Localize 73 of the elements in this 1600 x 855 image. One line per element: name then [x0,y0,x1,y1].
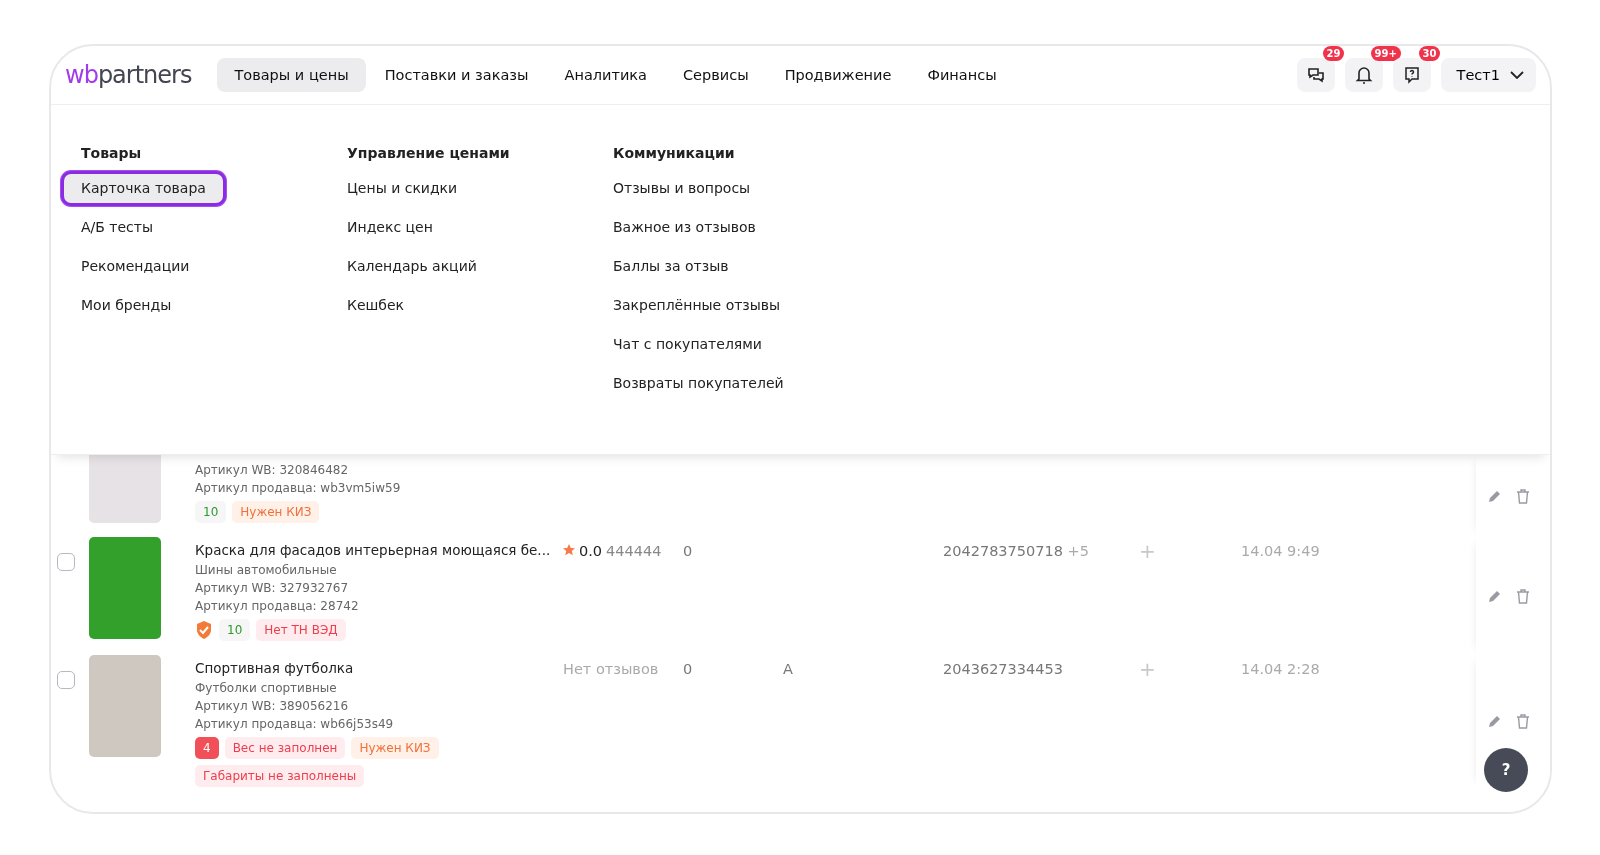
menu-item[interactable]: Закреплённые отзывы [593,288,801,323]
product-title: Спортивная футболка [195,659,354,678]
count-badge: 10 [195,501,227,523]
menu-item[interactable]: Цены и скидки [327,171,478,206]
status-tag: Габариты не заполнены [195,765,365,787]
nav-tab[interactable]: Сервисы [666,58,766,92]
help-button[interactable] [1392,58,1431,92]
chat-button[interactable] [1296,58,1335,92]
product-detail: Артикул WB: 320846482 [195,462,349,479]
product-detail: Артикул WB: 327932767 [195,580,349,597]
menu-item[interactable]: Индекс цен [327,210,453,245]
shield-check-icon [195,620,213,640]
count-badge: 4 [195,737,219,759]
review-count: 444444 [606,543,662,559]
product-detail: Артикул продавца: 28742 [195,598,359,615]
table-cell-text: A [783,660,794,677]
date-text: 14.04 2:28 [1241,660,1321,677]
edit-icon[interactable] [1488,489,1502,503]
menu-item[interactable]: А/Б тесты [61,210,174,245]
status-tag: Вес не заполнен [224,737,346,759]
table-cell-text: 0 [683,542,694,559]
status-tag: Нет ТН ВЭД [256,619,346,641]
chat-icon [1306,66,1325,84]
row-checkbox[interactable] [57,553,75,571]
product-title: Краска для фасадов интерьерная моющаяся бе... [195,541,551,560]
date-text: 14.04 9:49 [1241,542,1321,559]
menu-section-title: Коммуникации [612,144,736,163]
star-icon [563,544,575,556]
nav-tab[interactable]: Аналитика [547,58,664,92]
menu-item[interactable]: Рекомендации [61,249,210,284]
menu-item[interactable]: Чат с покупателями [593,327,782,362]
menu-item[interactable]: Отзывы и вопросы [593,171,771,206]
trash-icon[interactable] [1516,488,1530,504]
row-checkbox[interactable] [57,671,75,689]
menu-item[interactable]: Возвраты покупателей [593,366,804,401]
barcode-text: 2042783750718 +5 [943,542,1090,559]
menu-section-title: Управление ценами [346,144,511,163]
status-tag: Нужен КИЗ [351,737,439,759]
nav-tab[interactable]: Поставки и заказы [367,58,546,92]
product-detail: Футболки спортивные [195,680,337,697]
menu-item[interactable]: Мои бренды [61,288,192,323]
menu-item[interactable]: Карточка товара [61,171,226,206]
user-menu-button[interactable]: Тест1 [1440,58,1536,92]
edit-icon[interactable] [1488,589,1502,603]
bell-icon [1354,65,1373,85]
chevron-down-icon [1510,71,1524,79]
product-detail: Артикул продавца: wb66j53s49 [195,716,394,733]
count-badge: 99+ [1370,46,1401,61]
menu-item[interactable]: Важное из отзывов [593,210,776,245]
menu-item[interactable]: Календарь акций [327,249,497,284]
menu-item[interactable]: Кешбек [327,288,425,323]
edit-icon[interactable] [1488,714,1502,728]
menu-section-title: Товары [80,144,143,163]
trash-icon[interactable] [1516,588,1530,604]
product-detail: Артикул WB: 389056216 [195,698,349,715]
question-bubble-icon [1402,66,1421,84]
menu-item[interactable]: Баллы за отзыв [593,249,749,284]
nav-tab[interactable]: Продвижение [767,58,909,92]
bell-button[interactable] [1344,58,1383,92]
count-badge: 10 [219,619,251,641]
product-detail: Артикул продавца: wb3vm5iw59 [195,480,401,497]
logo[interactable]: wbpartners [65,61,192,89]
status-tag: Нужен КИЗ [232,501,320,523]
trash-icon[interactable] [1516,713,1530,729]
barcode-text: 2043627334453 [943,660,1064,677]
nav-tab[interactable]: Товары и цены [217,58,366,92]
product-detail: Шины автомобильные [195,562,337,579]
table-cell-text: 0 [683,660,694,677]
count-badge: 30 [1418,46,1441,61]
count-badge: 29 [1322,46,1345,61]
nav-tab[interactable]: Финансы [910,58,1014,92]
rating-score: 0.0 [579,543,603,559]
no-reviews-text: Нет отзывов [563,660,660,677]
